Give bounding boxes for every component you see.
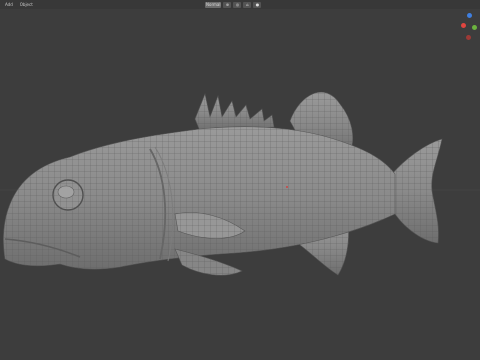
gizmo-neg-x-icon[interactable] xyxy=(466,35,471,40)
navigation-gizmo[interactable] xyxy=(460,11,480,51)
dorsal-spiny-fin-wire xyxy=(195,94,274,131)
pivot-icon[interactable]: ◎ xyxy=(233,1,242,8)
menu-object[interactable]: Object xyxy=(18,0,35,9)
header-bar: Add Object Normal ⊕ ◎ ⌂ ● xyxy=(0,0,480,9)
menu-add[interactable]: Add xyxy=(3,0,15,9)
3d-cursor xyxy=(286,186,288,188)
proportional-icon[interactable]: ● xyxy=(253,1,262,8)
gizmo-z-icon[interactable] xyxy=(467,13,472,18)
snap-icon[interactable]: ⌂ xyxy=(243,1,252,8)
fish-mesh xyxy=(3,91,443,276)
header-tools: Normal ⊕ ◎ ⌂ ● xyxy=(205,1,262,8)
viewport-mode-dropdown[interactable]: Normal xyxy=(205,1,222,8)
gizmo-y-icon[interactable] xyxy=(472,25,477,30)
3d-viewport[interactable] xyxy=(0,9,480,360)
tail-fin-wire xyxy=(392,139,442,243)
gizmo-x-icon[interactable] xyxy=(461,23,466,28)
global-icon[interactable]: ⊕ xyxy=(223,1,232,8)
